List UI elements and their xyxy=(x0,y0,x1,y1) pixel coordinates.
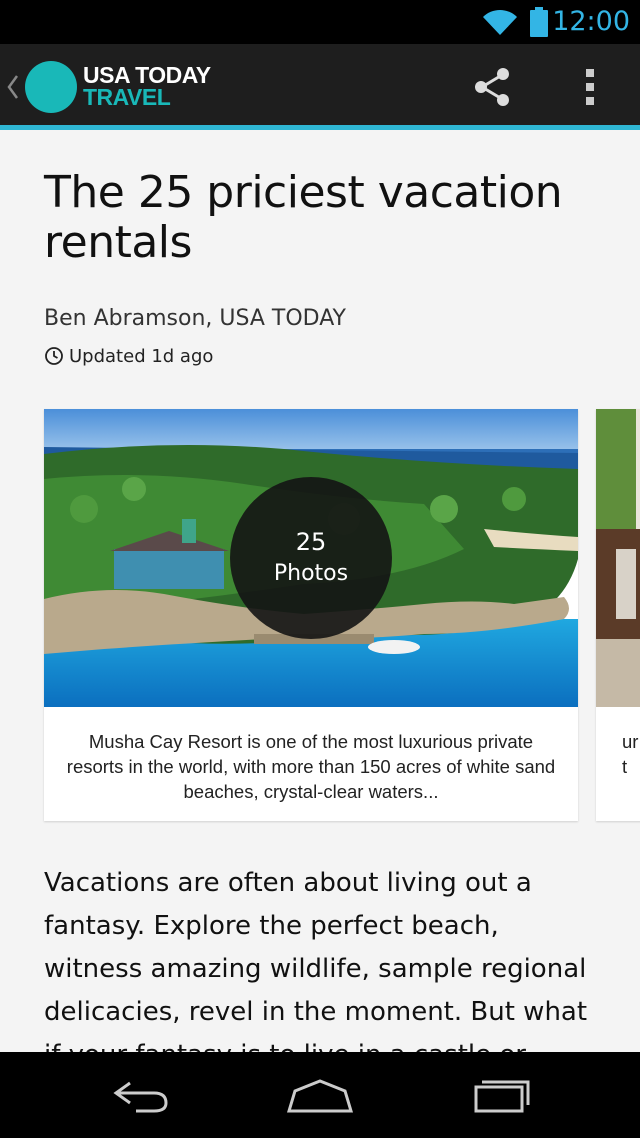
clock: 12:00 xyxy=(552,6,630,37)
photo-count-badge[interactable]: 25 Photos xyxy=(230,477,392,639)
logo-travel: TRAVEL xyxy=(83,84,171,110)
nav-home-button[interactable] xyxy=(280,1072,360,1118)
photo-count-number: 25 xyxy=(295,528,327,556)
chevron-left-icon[interactable] xyxy=(6,74,20,100)
updated-label: Updated 1d ago xyxy=(69,345,214,367)
next-photo xyxy=(596,409,640,707)
app-logo[interactable]: USA TODAY TRAVEL xyxy=(83,62,211,110)
article-byline[interactable]: Ben Abramson, USA TODAY xyxy=(44,306,346,331)
gallery-photo[interactable]: 25 Photos xyxy=(44,409,578,707)
status-bar: 12:00 xyxy=(0,0,640,44)
logo-usa-today: USA TODAY xyxy=(83,62,211,88)
clock-icon xyxy=(45,347,63,365)
overflow-menu-icon xyxy=(586,69,594,105)
next-gallery-card[interactable]: ur t xyxy=(596,409,640,821)
nav-back-button[interactable] xyxy=(102,1072,182,1118)
battery-icon xyxy=(530,7,548,37)
photo-count-label: Photos xyxy=(273,561,349,586)
system-nav-bar xyxy=(0,1052,640,1138)
overflow-menu-button[interactable] xyxy=(570,64,610,110)
logo-circle[interactable] xyxy=(25,61,77,113)
article-updated: Updated 1d ago xyxy=(44,344,213,368)
back-icon xyxy=(113,1081,168,1113)
share-button[interactable] xyxy=(466,64,518,110)
next-card-caption: ur t xyxy=(622,731,639,777)
app-bar-accent-line xyxy=(0,125,640,130)
home-icon xyxy=(286,1079,354,1113)
nav-recent-apps-button[interactable] xyxy=(460,1072,540,1118)
photo-gallery-card[interactable]: 25 Photos Musha Cay Resort is one of the… xyxy=(44,409,578,821)
wifi-icon xyxy=(483,9,517,35)
gallery-caption: Musha Cay Resort is one of the most luxu… xyxy=(66,731,556,802)
article-headline: The 25 priciest vacation rentals xyxy=(44,167,563,268)
share-icon xyxy=(475,68,509,106)
recent-apps-icon xyxy=(474,1080,530,1113)
app-bar: USA TODAY TRAVEL xyxy=(0,44,640,130)
